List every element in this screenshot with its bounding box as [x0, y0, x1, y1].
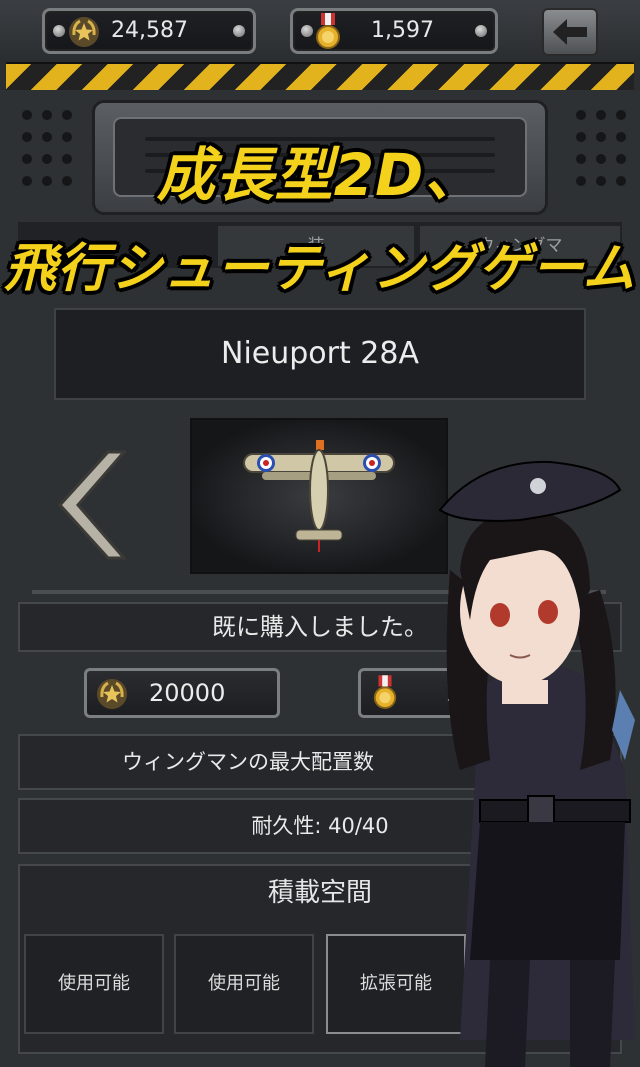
bolt-icon: [301, 25, 313, 37]
biplane-image: [243, 440, 395, 552]
pilot-girl-illustration: [438, 460, 635, 1067]
headline-line2: 飛行シューティングゲーム: [4, 239, 636, 299]
previous-aircraft-button[interactable]: [56, 450, 128, 560]
silver-laurel-icon: [97, 679, 127, 709]
bolt-icon: [233, 25, 245, 37]
aircraft-name: Nieuport 28A: [54, 308, 586, 400]
medal-icon: [316, 13, 340, 49]
cargo-slot-2[interactable]: 使用可能: [174, 934, 314, 1034]
aircraft-preview: [190, 418, 448, 574]
hazard-stripe: [6, 62, 634, 92]
headline-line1: 成長型2D、: [156, 141, 484, 209]
medal-icon: [373, 675, 397, 709]
silver-currency-display: 24,587: [42, 8, 256, 54]
bolt-icon: [53, 25, 65, 37]
medal-amount: 1,597: [371, 18, 434, 43]
silver-laurel-icon: [69, 17, 99, 47]
silver-price-button[interactable]: 20000: [84, 668, 280, 718]
silver-amount: 24,587: [111, 18, 188, 43]
back-arrow-icon: [553, 19, 587, 45]
silver-price: 20000: [149, 679, 226, 707]
bolt-icon: [475, 25, 487, 37]
back-button[interactable]: [542, 8, 598, 56]
chevron-left-icon: [57, 450, 128, 560]
medal-currency-display: 1,597: [290, 8, 498, 54]
cargo-slot-1[interactable]: 使用可能: [24, 934, 164, 1034]
